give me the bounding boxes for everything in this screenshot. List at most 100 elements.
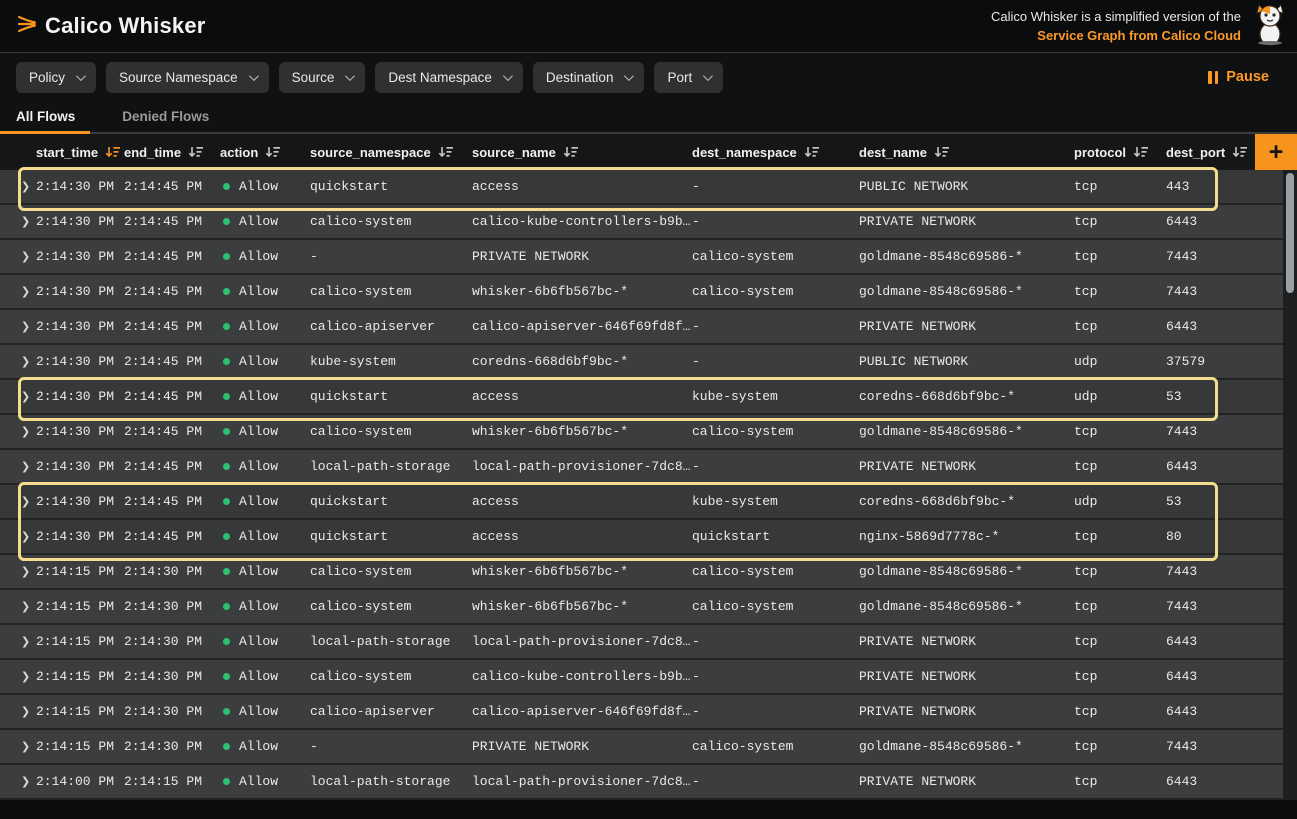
cell-end_time: 2:14:30 PM <box>124 739 220 754</box>
cell-end_time: 2:14:45 PM <box>124 389 220 404</box>
chevron-right-icon[interactable]: ❯ <box>0 390 36 403</box>
cell-protocol: tcp <box>1074 564 1166 579</box>
cell-action: Allow <box>220 739 310 754</box>
column-header-source_namespace[interactable]: source_namespace <box>310 145 472 160</box>
chevron-right-icon[interactable]: ❯ <box>0 320 36 333</box>
table-row[interactable]: ❯2:14:30 PM2:14:45 PMAllowcalico-systemc… <box>0 205 1283 240</box>
pause-button[interactable]: Pause <box>1208 69 1281 85</box>
chevron-right-icon[interactable]: ❯ <box>0 250 36 263</box>
green-dot-icon <box>223 603 230 610</box>
column-header-end_time[interactable]: end_time <box>124 145 220 160</box>
column-header-dest_port[interactable]: dest_port <box>1166 145 1256 160</box>
filter-dropdown-source-namespace[interactable]: Source Namespace <box>106 62 269 93</box>
filter-dropdown-destination[interactable]: Destination <box>533 62 645 93</box>
chevron-right-icon[interactable]: ❯ <box>0 355 36 368</box>
cell-dest_namespace: - <box>692 774 859 789</box>
filter-dropdown-source[interactable]: Source <box>279 62 366 93</box>
cell-dest_name: PRIVATE NETWORK <box>859 669 1074 684</box>
chevron-right-icon[interactable]: ❯ <box>0 565 36 578</box>
cell-dest_name: PRIVATE NETWORK <box>859 319 1074 334</box>
column-header-source_name[interactable]: source_name <box>472 145 692 160</box>
green-dot-icon <box>223 568 230 575</box>
cell-source_name: access <box>472 529 692 544</box>
app-logo: Calico Whisker <box>16 13 206 40</box>
table-row[interactable]: ❯2:14:30 PM2:14:45 PMAllowcalico-systemw… <box>0 415 1283 450</box>
cell-source_namespace: calico-system <box>310 284 472 299</box>
chevron-right-icon[interactable]: ❯ <box>0 740 36 753</box>
chevron-right-icon[interactable]: ❯ <box>0 775 36 788</box>
column-header-action[interactable]: action <box>220 145 310 160</box>
chevron-right-icon[interactable]: ❯ <box>0 530 36 543</box>
sort-descending-icon <box>105 146 120 158</box>
sort-descending-icon <box>265 146 280 158</box>
filter-bar: Policy Source Namespace Source Dest Namespa… <box>0 53 1297 101</box>
table-row[interactable]: ❯2:14:30 PM2:14:45 PMAllowquickstartacce… <box>0 380 1283 415</box>
cell-action: Allow <box>220 354 310 369</box>
cell-protocol: udp <box>1074 354 1166 369</box>
tab-all-flows[interactable]: All Flows <box>0 101 90 134</box>
table-row[interactable]: ❯2:14:15 PM2:14:30 PMAllow-PRIVATE NETWO… <box>0 730 1283 765</box>
table-row[interactable]: ❯2:14:00 PM2:14:15 PMAllowlocal-path-sto… <box>0 765 1283 800</box>
chevron-right-icon[interactable]: ❯ <box>0 215 36 228</box>
chevron-right-icon[interactable]: ❯ <box>0 180 36 193</box>
cell-action: Allow <box>220 704 310 719</box>
sort-descending-icon <box>1133 146 1148 158</box>
cell-source_name: PRIVATE NETWORK <box>472 249 692 264</box>
filter-dropdown-port[interactable]: Port <box>654 62 723 93</box>
add-column-button[interactable]: + <box>1255 134 1297 170</box>
table-row[interactable]: ❯2:14:15 PM2:14:30 PMAllowcalico-systemw… <box>0 555 1283 590</box>
vertical-scrollbar[interactable] <box>1283 170 1297 800</box>
cell-protocol: tcp <box>1074 774 1166 789</box>
table-row[interactable]: ❯2:14:30 PM2:14:45 PMAllowquickstartacce… <box>0 485 1283 520</box>
chevron-down-icon <box>624 71 634 81</box>
green-dot-icon <box>223 218 230 225</box>
chevron-right-icon[interactable]: ❯ <box>0 705 36 718</box>
pause-icon <box>1208 71 1218 84</box>
chevron-right-icon[interactable]: ❯ <box>0 600 36 613</box>
table-row[interactable]: ❯2:14:30 PM2:14:45 PMAllowkube-systemcor… <box>0 345 1283 380</box>
table-row[interactable]: ❯2:14:15 PM2:14:30 PMAllowcalico-systemc… <box>0 660 1283 695</box>
table-row[interactable]: ❯2:14:15 PM2:14:30 PMAllowcalico-apiserv… <box>0 695 1283 730</box>
cell-source_namespace: quickstart <box>310 494 472 509</box>
cell-protocol: tcp <box>1074 529 1166 544</box>
table-row[interactable]: ❯2:14:15 PM2:14:30 PMAllowlocal-path-sto… <box>0 625 1283 660</box>
top-bar: Calico Whisker Calico Whisker is a simpl… <box>0 0 1297 53</box>
cell-protocol: tcp <box>1074 214 1166 229</box>
table-row[interactable]: ❯2:14:30 PM2:14:45 PMAllowcalico-apiserv… <box>0 310 1283 345</box>
cell-dest_namespace: - <box>692 459 859 474</box>
service-graph-link[interactable]: Service Graph from Calico Cloud <box>1037 28 1241 43</box>
filter-dropdown-policy[interactable]: Policy <box>16 62 96 93</box>
cell-dest_name: PRIVATE NETWORK <box>859 774 1074 789</box>
column-header-protocol[interactable]: protocol <box>1074 145 1166 160</box>
chevron-right-icon[interactable]: ❯ <box>0 285 36 298</box>
tab-denied-flows[interactable]: Denied Flows <box>106 101 224 134</box>
table-row[interactable]: ❯2:14:30 PM2:14:45 PMAllowquickstartacce… <box>0 170 1283 205</box>
green-dot-icon <box>223 323 230 330</box>
green-dot-icon <box>223 638 230 645</box>
chevron-right-icon[interactable]: ❯ <box>0 460 36 473</box>
column-header-start_time[interactable]: start_time <box>36 145 124 160</box>
flows-table-header: start_timeend_timeactionsource_namespace… <box>0 134 1297 170</box>
table-row[interactable]: ❯2:14:15 PM2:14:30 PMAllowcalico-systemw… <box>0 590 1283 625</box>
cell-source_name: local-path-provisioner-7dc8… <box>472 459 692 474</box>
cell-dest_namespace: - <box>692 179 859 194</box>
green-dot-icon <box>223 393 230 400</box>
table-row[interactable]: ❯2:14:30 PM2:14:45 PMAllow-PRIVATE NETWO… <box>0 240 1283 275</box>
cell-dest_namespace: calico-system <box>692 739 859 754</box>
filter-dropdown-dest-namespace[interactable]: Dest Namespace <box>375 62 523 93</box>
table-row[interactable]: ❯2:14:30 PM2:14:45 PMAllowquickstartacce… <box>0 520 1283 555</box>
table-row[interactable]: ❯2:14:30 PM2:14:45 PMAllowlocal-path-sto… <box>0 450 1283 485</box>
chevron-right-icon[interactable]: ❯ <box>0 635 36 648</box>
chevron-right-icon[interactable]: ❯ <box>0 495 36 508</box>
table-row[interactable]: ❯2:14:30 PM2:14:45 PMAllowcalico-systemw… <box>0 275 1283 310</box>
chevron-right-icon[interactable]: ❯ <box>0 670 36 683</box>
column-header-dest_namespace[interactable]: dest_namespace <box>692 145 859 160</box>
cell-source_namespace: local-path-storage <box>310 774 472 789</box>
column-header-dest_name[interactable]: dest_name <box>859 145 1074 160</box>
cell-source_name: access <box>472 494 692 509</box>
cell-start_time: 2:14:30 PM <box>36 214 124 229</box>
scrollbar-thumb[interactable] <box>1286 173 1294 293</box>
cell-action: Allow <box>220 389 310 404</box>
chevron-right-icon[interactable]: ❯ <box>0 425 36 438</box>
flows-table: start_timeend_timeactionsource_namespace… <box>0 134 1297 800</box>
